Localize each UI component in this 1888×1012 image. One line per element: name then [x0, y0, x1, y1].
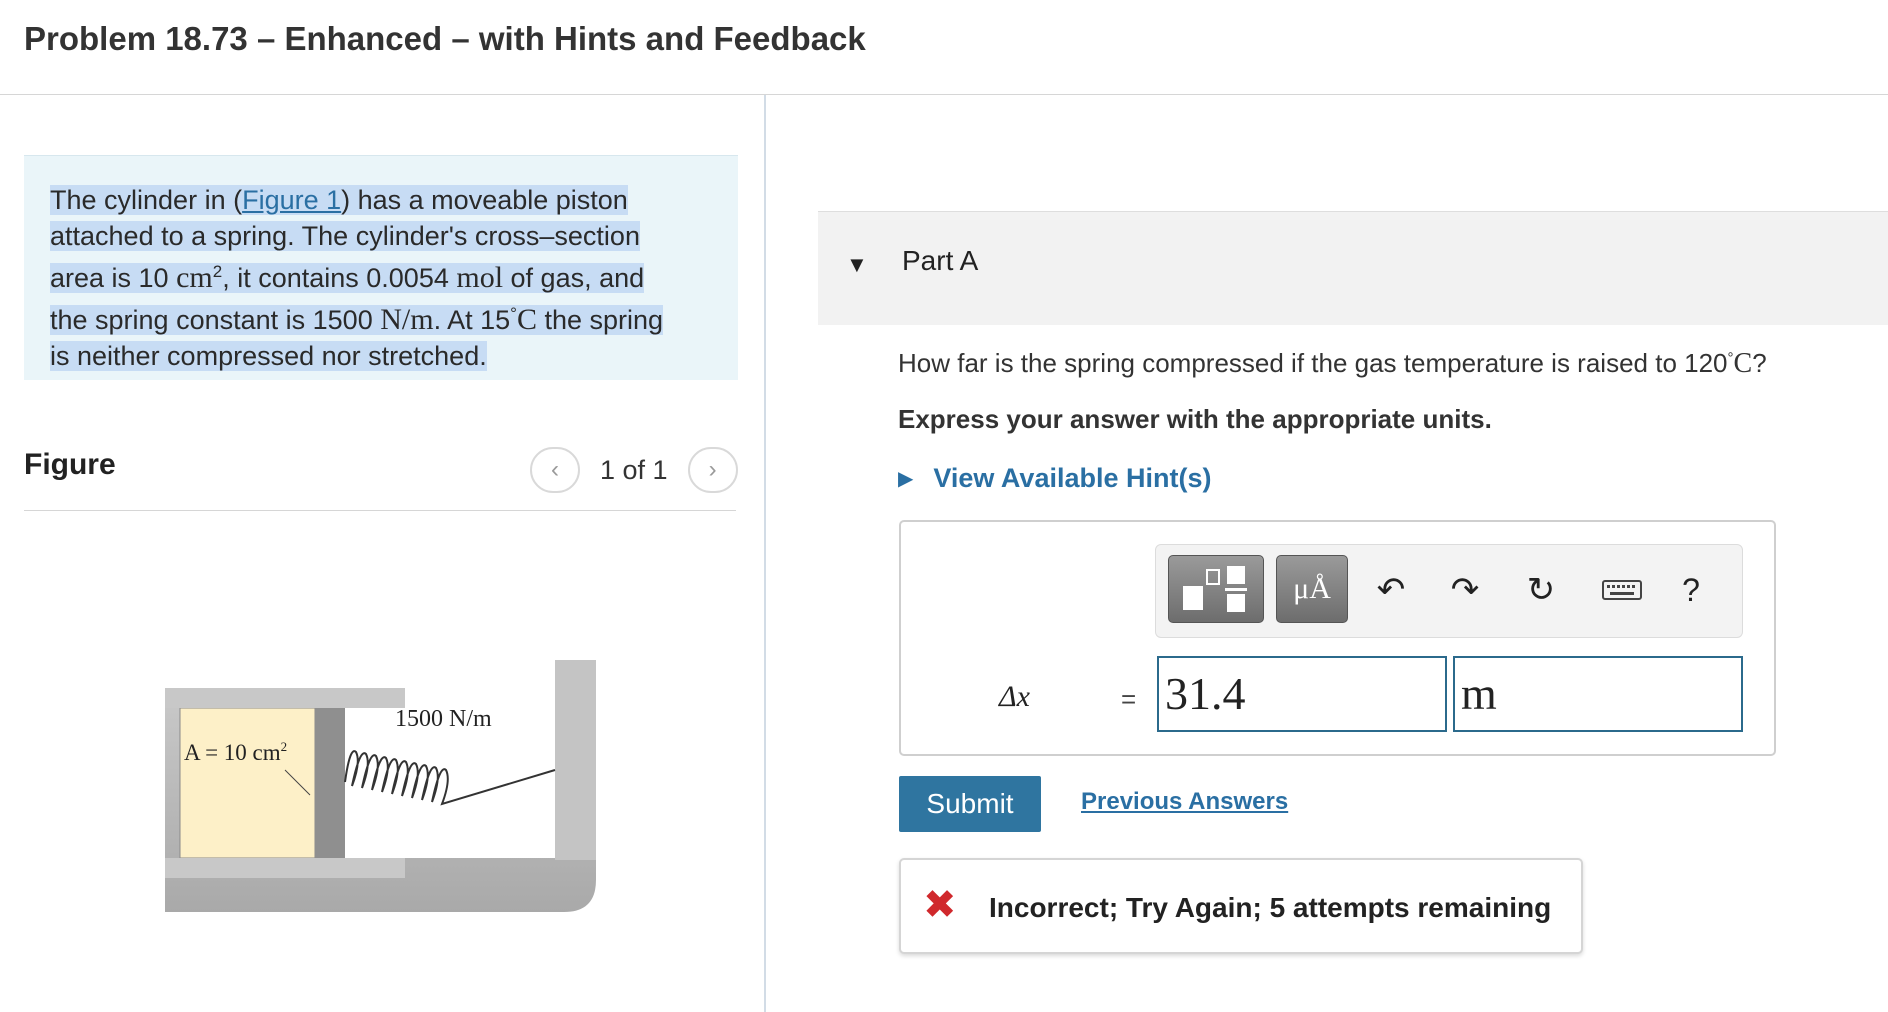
answer-unit-input[interactable]: m: [1453, 656, 1743, 732]
x-icon: ✖: [923, 883, 957, 927]
answer-instruction: Express your answer with the appropriate…: [898, 404, 1492, 434]
question-text-segment: ?: [1752, 348, 1767, 378]
figure-title: Figure: [24, 448, 116, 481]
chevron-left-icon[interactable]: ‹: [530, 447, 580, 493]
units-button[interactable]: μÅ: [1276, 555, 1348, 623]
answer-value-input[interactable]: 31.4: [1157, 656, 1447, 732]
intro-text-segment: attached to a spring. The cylinder's cro…: [50, 221, 640, 251]
cylinder-figure: 1500 N/m A = 10 cm2: [165, 660, 596, 912]
intro-text-segment: area is 10: [50, 263, 177, 293]
unit-cm: cm: [176, 261, 213, 294]
piston: [315, 708, 345, 858]
part-a-header[interactable]: ▼ Part A: [818, 211, 1888, 325]
reset-icon[interactable]: ↻: [1516, 567, 1566, 613]
view-hints-toggle[interactable]: ▶ View Available Hint(s): [898, 463, 1211, 494]
caret-right-icon: ▶: [898, 468, 914, 490]
intro-text-segment: the spring: [536, 305, 664, 335]
intro-text-segment: , it contains 0.0054: [222, 263, 457, 293]
answer-box: μÅ ↶ ↷ ↻ ? Δx = 31.4 m: [899, 520, 1776, 756]
part-label: Part A: [902, 245, 979, 276]
hints-label: View Available Hint(s): [933, 463, 1212, 493]
intro-text-segment: ) has a moveable piston: [341, 185, 628, 215]
area-label-text: A = 10 cm: [184, 740, 281, 765]
top-lip: [165, 688, 405, 708]
exponent: 2: [212, 262, 223, 281]
bottom-lip: [165, 858, 405, 878]
unit-n-per-m: N/m: [380, 303, 434, 336]
question-text: How far is the spring compressed if the …: [898, 348, 1767, 380]
answer-variable: Δx: [999, 680, 1030, 713]
intro-text-segment: is neither compressed nor stretched.: [50, 341, 487, 371]
area-label-exp: 2: [281, 739, 288, 754]
equals-sign: =: [1121, 684, 1137, 714]
previous-answers-link[interactable]: Previous Answers: [1081, 788, 1288, 816]
figure-pager: ‹ 1 of 1 ›: [530, 447, 738, 493]
problem-intro: The cylinder in (Figure 1) has a moveabl…: [24, 155, 738, 380]
templates-icon[interactable]: [1168, 555, 1264, 623]
undo-icon[interactable]: ↶: [1366, 567, 1416, 613]
degree-symbol: °: [510, 304, 517, 323]
feedback-text: Incorrect; Try Again; 5 attempts remaini…: [989, 892, 1552, 923]
unit-celsius: C: [1733, 348, 1753, 379]
unit-celsius: C: [516, 303, 537, 336]
figure-counter: 1 of 1: [600, 454, 668, 485]
page-header: Problem 18.73 – Enhanced – with Hints an…: [0, 0, 1888, 95]
keyboard-icon[interactable]: [1592, 567, 1652, 613]
math-toolbar: μÅ ↶ ↷ ↻ ?: [1155, 544, 1743, 638]
spring-constant-label: 1500 N/m: [395, 706, 492, 732]
intro-text-segment: The cylinder in (: [50, 185, 243, 215]
intro-text-segment: . At 15: [433, 305, 511, 335]
question-text-segment: How far is the spring compressed if the …: [898, 348, 1728, 378]
wall-right-inner: [555, 660, 596, 860]
help-button[interactable]: ?: [1666, 567, 1716, 613]
figure-link[interactable]: Figure 1: [242, 185, 341, 215]
intro-text: The cylinder in (Figure 1) has a moveabl…: [50, 182, 700, 374]
figure-divider: [24, 510, 736, 511]
intro-text-segment: of gas, and: [503, 263, 645, 293]
panel-divider: [764, 95, 766, 1012]
unit-mol: mol: [456, 261, 504, 294]
redo-icon[interactable]: ↷: [1440, 567, 1490, 613]
chevron-right-icon[interactable]: ›: [687, 447, 738, 493]
submit-button[interactable]: Submit: [899, 776, 1041, 832]
problem-title: Problem 18.73 – Enhanced – with Hints an…: [24, 20, 866, 57]
gas-region: [179, 707, 316, 859]
feedback-box: ✖ Incorrect; Try Again; 5 attempts remai…: [899, 858, 1583, 954]
caret-down-icon[interactable]: ▼: [846, 252, 868, 278]
intro-text-segment: the spring constant is 1500: [50, 305, 381, 335]
area-label: A = 10 cm2: [184, 739, 287, 765]
